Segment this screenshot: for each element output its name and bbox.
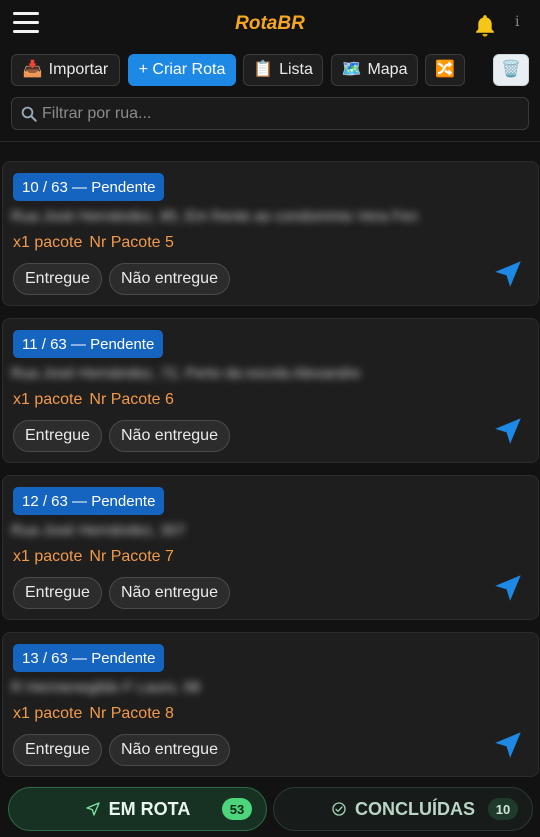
street-filter-input[interactable] xyxy=(42,104,502,123)
delivered-button[interactable]: Entregue xyxy=(13,734,102,766)
delivered-button[interactable]: Entregue xyxy=(13,420,102,452)
not-delivered-button[interactable]: Não entregue xyxy=(109,420,230,452)
stop-address: Rua José Hernández, 85, Em frente ao con… xyxy=(11,208,418,225)
delivered-button[interactable]: Entregue xyxy=(13,263,102,295)
navigate-arrow-icon[interactable] xyxy=(491,728,525,762)
map-label: Mapa xyxy=(367,61,408,78)
clipboard-icon: 📋 xyxy=(253,61,274,78)
stop-address: Rua José Hernández, 72, Perto da escola … xyxy=(11,365,361,382)
concluidas-count-badge: 10 xyxy=(488,798,518,820)
tab-concluidas[interactable]: CONCLUÍDAS 10 xyxy=(273,787,533,831)
navigate-arrow-icon[interactable] xyxy=(491,571,525,605)
send-icon xyxy=(85,802,100,816)
tab-em-rota[interactable]: EM ROTA 53 xyxy=(8,787,267,831)
package-info: x1 pacote Nr Pacote 8 xyxy=(13,705,181,723)
delivery-card: 10 / 63 — Pendente Rua José Hernández, 8… xyxy=(2,161,539,306)
toolbar: 📥 Importar + Criar Rota 📋 Lista 🗺️ Mapa … xyxy=(0,54,540,90)
tab-concluidas-label: CONCLUÍDAS xyxy=(355,798,475,819)
navigate-arrow-icon[interactable] xyxy=(491,257,525,291)
package-info: x1 pacote Nr Pacote 7 xyxy=(13,548,181,566)
create-route-label: + Criar Rota xyxy=(138,61,226,78)
shuffle-button[interactable]: 🔀 xyxy=(425,54,465,86)
navigate-arrow-icon[interactable] xyxy=(491,414,525,448)
map-button[interactable]: 🗺️ Mapa xyxy=(331,54,418,86)
delivery-card: 13 / 63 — Pendente R Hermenegildo F Laur… xyxy=(2,632,539,777)
app-header: RotaBR i xyxy=(0,0,540,50)
package-number: Nr Pacote 8 xyxy=(89,705,174,722)
create-route-button[interactable]: + Criar Rota xyxy=(128,54,236,86)
bottom-tab-bar: EM ROTA 53 CONCLUÍDAS 10 xyxy=(0,783,540,837)
inbox-tray-icon: 📥 xyxy=(22,61,43,78)
package-quantity: x1 pacote xyxy=(13,548,83,565)
shuffle-icon: 🔀 xyxy=(435,61,455,78)
not-delivered-button[interactable]: Não entregue xyxy=(109,263,230,295)
delivery-card: 11 / 63 — Pendente Rua José Hernández, 7… xyxy=(2,318,539,463)
stop-status-badge: 11 / 63 — Pendente xyxy=(13,330,164,358)
import-button[interactable]: 📥 Importar xyxy=(11,54,120,86)
import-label: Importar xyxy=(48,61,109,78)
stop-status-badge: 10 / 63 — Pendente xyxy=(13,173,165,201)
trash-icon: 🗑️ xyxy=(501,61,521,78)
em-rota-count-badge: 53 xyxy=(222,798,252,820)
package-info: x1 pacote Nr Pacote 5 xyxy=(13,234,181,252)
stop-status-badge: 12 / 63 — Pendente xyxy=(13,487,165,515)
tab-em-rota-label: EM ROTA xyxy=(108,798,191,819)
app-title: RotaBR xyxy=(235,13,305,34)
stop-address: R Hermenegildo F Lauro, 98 xyxy=(11,679,201,696)
package-quantity: x1 pacote xyxy=(13,391,83,408)
package-number: Nr Pacote 5 xyxy=(89,234,174,251)
delivered-button[interactable]: Entregue xyxy=(13,577,102,609)
info-icon[interactable]: i xyxy=(515,14,519,30)
package-quantity: x1 pacote xyxy=(13,705,83,722)
not-delivered-button[interactable]: Não entregue xyxy=(109,577,230,609)
check-circle-icon xyxy=(332,802,346,816)
search-icon xyxy=(21,106,37,122)
package-quantity: x1 pacote xyxy=(13,234,83,251)
list-button[interactable]: 📋 Lista xyxy=(243,54,323,86)
package-number: Nr Pacote 6 xyxy=(89,391,174,408)
stop-status-badge: 13 / 63 — Pendente xyxy=(13,644,165,672)
divider xyxy=(0,141,540,142)
package-number: Nr Pacote 7 xyxy=(89,548,174,565)
package-info: x1 pacote Nr Pacote 6 xyxy=(13,391,181,409)
street-filter xyxy=(11,97,529,130)
map-icon: 🗺️ xyxy=(341,61,362,78)
list-label: Lista xyxy=(279,61,313,78)
stop-address: Rua José Hernández, 307 xyxy=(11,522,186,539)
delete-button[interactable]: 🗑️ xyxy=(493,54,529,86)
not-delivered-button[interactable]: Não entregue xyxy=(109,734,230,766)
delivery-card: 12 / 63 — Pendente Rua José Hernández, 3… xyxy=(2,475,539,620)
bell-icon[interactable] xyxy=(472,13,498,39)
